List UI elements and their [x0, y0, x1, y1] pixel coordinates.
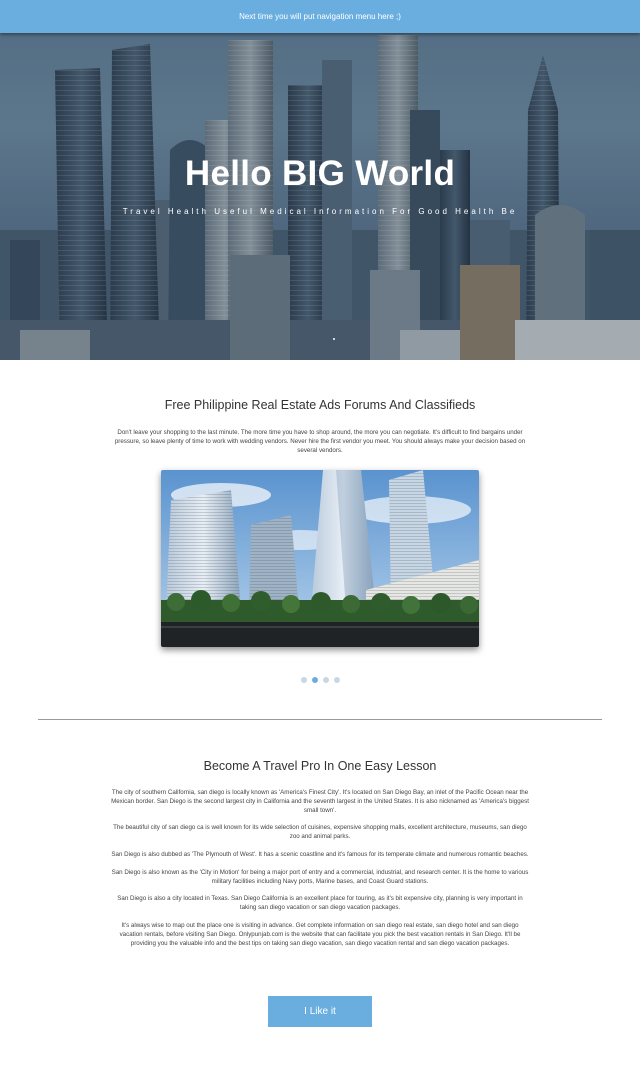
lesson-content: The city of southern California, san die… [110, 789, 530, 957]
like-button[interactable]: I Like it [268, 996, 372, 1027]
lesson-paragraph: It's always wise to map out the place on… [119, 921, 521, 947]
hero-title: Hello BIG World [184, 154, 456, 193]
carousel-image [161, 470, 479, 647]
carousel-dot-1[interactable] [300, 677, 307, 683]
lesson-paragraph: The city of southern California, san die… [111, 789, 529, 814]
section-title-travel-pro: Become A Travel Pro In One Easy Lesson [203, 759, 437, 773]
carousel-dot-3[interactable] [322, 677, 329, 683]
hero-dot [333, 338, 335, 340]
section-title-real-estate: Free Philippine Real Estate Ads Forums A… [164, 398, 476, 412]
hero-banner: Hello BIG World Travel Health Useful Med… [0, 0, 640, 360]
lesson-paragraph: San Diego is also a city located in Texa… [117, 895, 523, 912]
lesson-paragraph: The beautiful city of san diego ca is we… [113, 824, 527, 841]
section-divider [38, 719, 602, 720]
lesson-paragraph: San Diego is also known as the 'City in … [111, 868, 529, 885]
lesson-paragraph: San Diego is also dubbed as 'The Plymout… [111, 850, 529, 858]
carousel-dot-4[interactable] [333, 677, 340, 683]
navigation-bar: Next time you will put navigation menu h… [0, 0, 640, 33]
carousel-indicators [0, 677, 640, 683]
carousel-dot-2[interactable] [311, 677, 318, 683]
section-paragraph: Don't leave your shopping to the last mi… [114, 429, 526, 454]
navigation-placeholder-text: Next time you will put navigation menu h… [239, 12, 401, 21]
hero-subtitle: Travel Health Useful Medical Information… [122, 207, 518, 216]
city-towers-photo [161, 470, 479, 647]
